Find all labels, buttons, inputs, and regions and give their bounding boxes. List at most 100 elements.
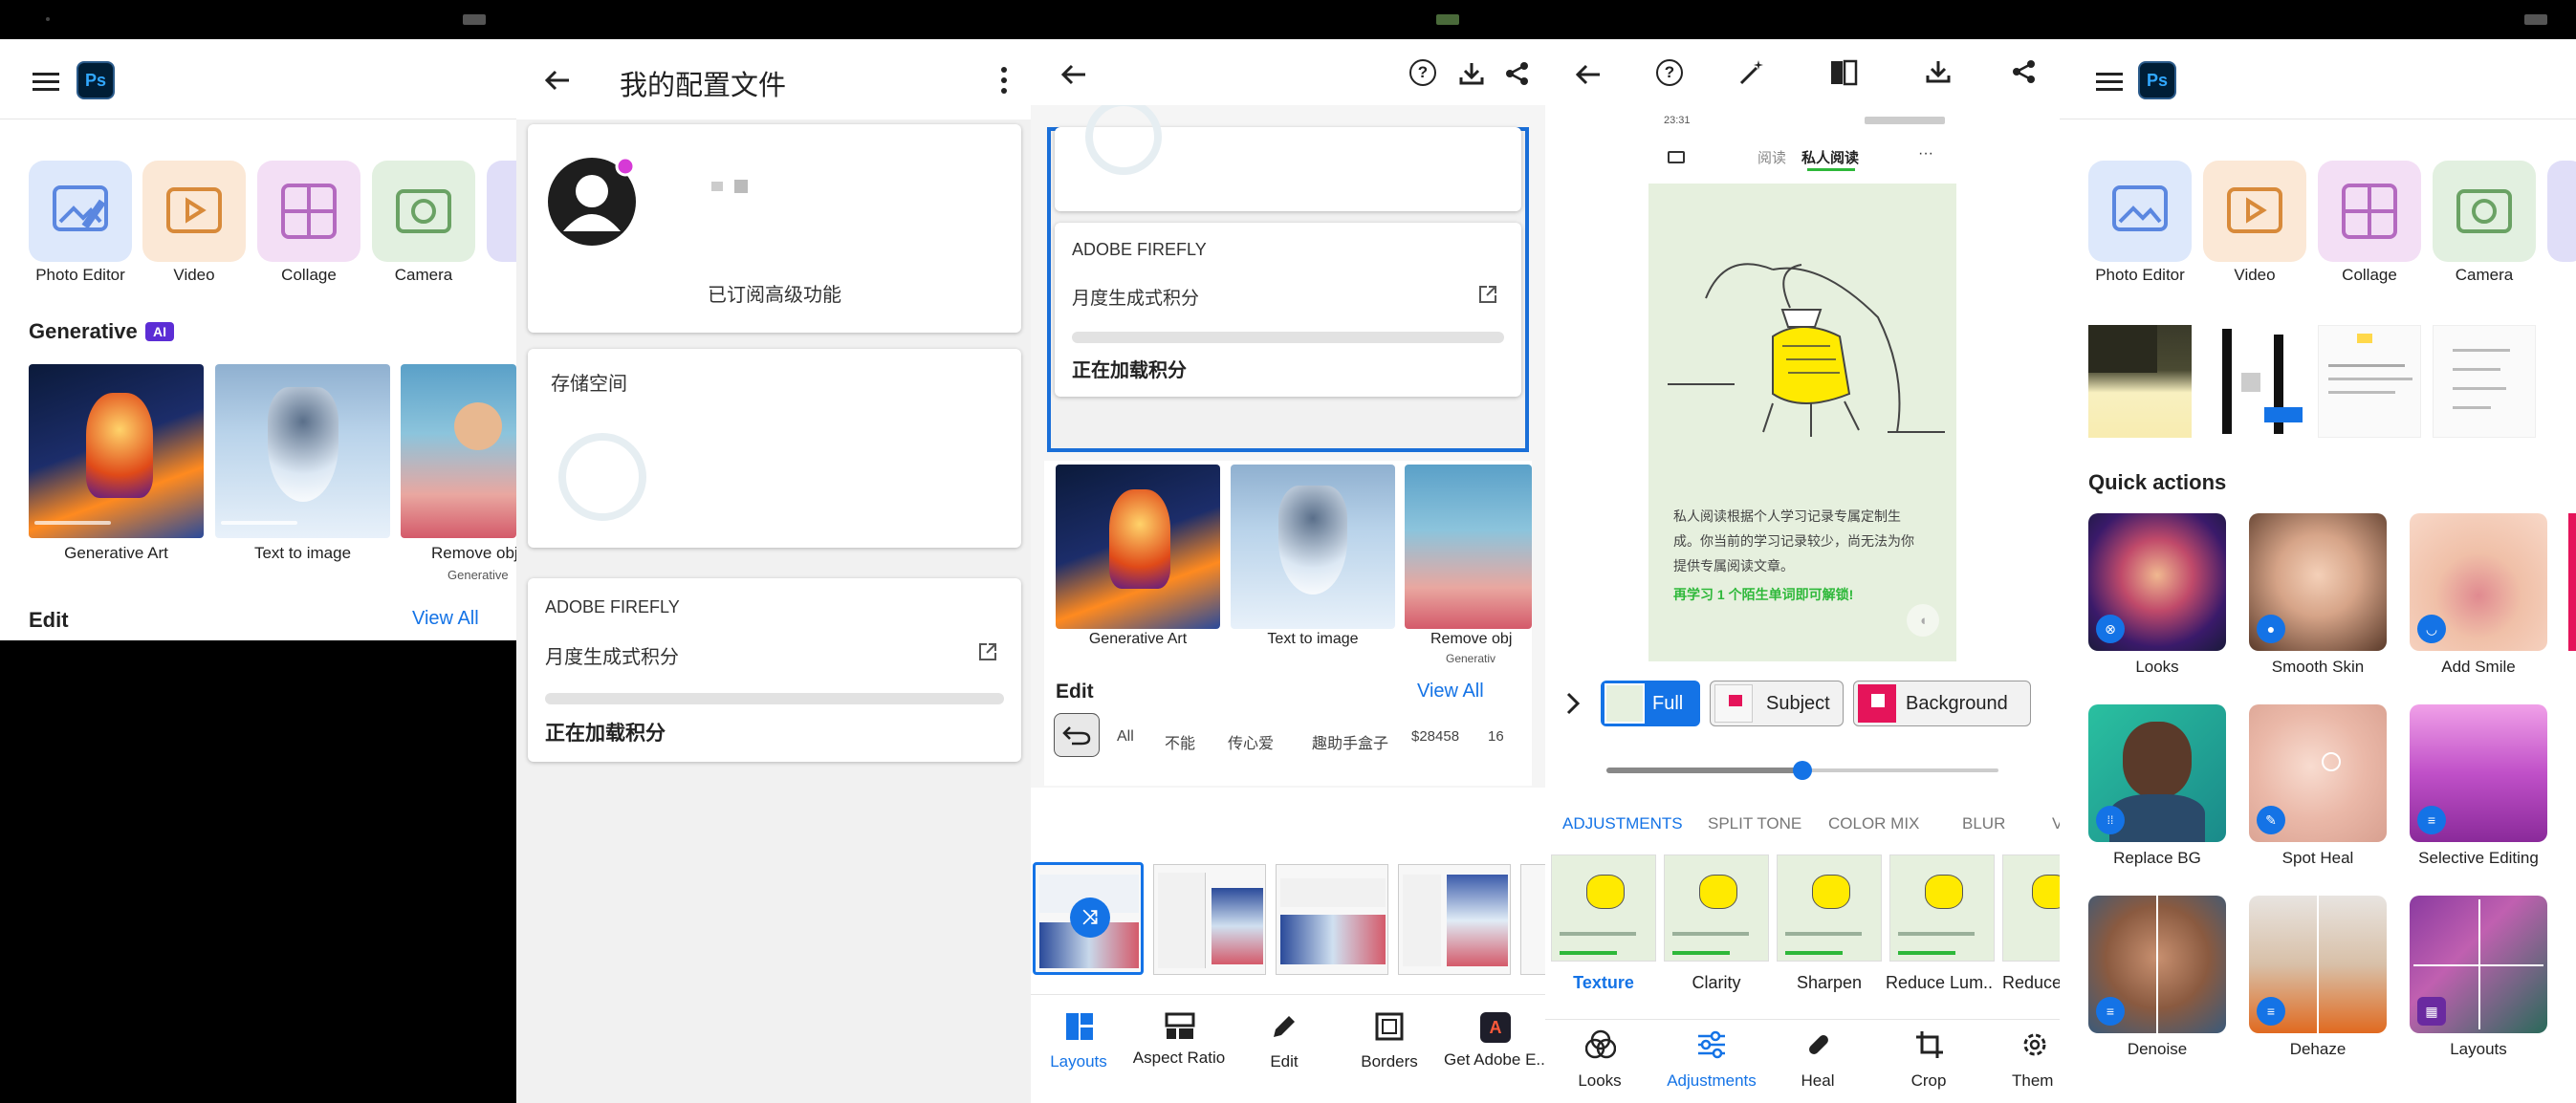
toolbar-adjustments[interactable]: Adjustments [1658,1029,1765,1096]
download-icon[interactable] [1457,59,1486,88]
tablet-icon[interactable] [1668,151,1685,163]
camera-tile[interactable] [2433,161,2536,262]
help-icon[interactable]: ? [1409,59,1436,86]
segment-subject[interactable]: Subject [1710,681,1844,726]
back-arrow-icon[interactable] [1570,57,1605,92]
more-app-tile[interactable] [2547,161,2576,262]
photo-canvas[interactable]: 23:31 阅读 私人阅读 ··· 私人阅读根据个人学习记录专属定制生 成。你当… [1648,107,1956,661]
category-split-tone[interactable]: SPLIT TONE [1708,814,1801,833]
more-menu[interactable]: ··· [1918,145,1933,162]
undo-button[interactable] [1054,713,1100,757]
toolbar-get-adobe-express[interactable]: A Get Adobe E.. [1442,1012,1545,1079]
toolbar-edit[interactable]: Edit [1241,1012,1327,1079]
download-icon[interactable] [1924,57,1953,86]
action-replace-bg[interactable]: ⁞⁞ [2088,704,2226,842]
magic-wand-icon[interactable] [1736,57,1767,88]
smile-badge-icon: ◡ [2417,615,2446,643]
view-all-link[interactable]: View All [1417,681,1484,703]
share-icon[interactable] [2010,57,2039,86]
preset-thumb-reduce[interactable] [2002,854,2060,962]
action-add-smile[interactable]: ◡ [2410,513,2547,651]
category-adjustments[interactable]: ADJUSTMENTS [1562,814,1683,833]
bottom-toolbar: Layouts Aspect Ratio Edit Borders A Get … [1031,994,1545,1103]
chip[interactable]: All [1117,728,1134,746]
layout-option[interactable] [1398,864,1511,975]
app-label-video: Video [173,266,215,284]
remove-object-thumb[interactable] [401,364,516,538]
view-all-link[interactable]: View All [412,608,479,630]
edge-tile[interactable] [2568,513,2576,651]
chip[interactable]: 传心爱 [1228,730,1274,753]
app-label-camera: Camera [394,266,453,284]
photo-editor-tile[interactable] [2088,161,2192,262]
external-link-icon[interactable] [1475,282,1500,307]
camera-tile[interactable] [372,161,475,262]
chevron-right-icon[interactable] [1559,686,1587,721]
hamburger-menu-icon[interactable] [2090,67,2128,96]
speaker-icon[interactable]: ◖ [1907,604,1939,637]
action-looks[interactable]: ⊗ [2088,513,2226,651]
recent-thumb[interactable] [2088,325,2192,438]
toolbar-borders[interactable]: Borders [1346,1012,1432,1079]
toolbar-looks[interactable]: Looks [1566,1029,1633,1096]
back-arrow-icon[interactable] [1056,57,1090,92]
layout-canvas[interactable]: ADOBE FIREFLY 月度生成式积分 正在加载积分 Generative … [1031,105,1545,788]
photo-editor-tile[interactable] [29,161,132,262]
slider-knob[interactable] [1793,761,1812,780]
intensity-slider[interactable] [1606,761,1998,780]
category-more[interactable]: V [2052,814,2060,833]
layout-option-selected[interactable]: ⤨ [1033,862,1144,975]
selected-cell[interactable]: ADOBE FIREFLY 月度生成式积分 正在加载积分 [1047,105,1529,452]
collage-tile[interactable] [2318,161,2421,262]
preset-thumb-texture[interactable] [1551,854,1656,962]
avatar[interactable] [547,156,637,247]
shuffle-icon[interactable]: ⤨ [1070,898,1110,938]
lower-cell[interactable]: Generative Art Text to image Remove obj … [1044,461,1532,786]
share-icon[interactable] [1503,59,1532,88]
chip[interactable]: $28458 [1411,728,1459,745]
action-selective-editing[interactable]: ≡ [2410,704,2547,842]
preset-thumb-reduce-luminance[interactable] [1889,854,1995,962]
toolbar-themes[interactable]: Them [2000,1029,2060,1096]
toolbar-layouts[interactable]: Layouts [1040,1012,1117,1079]
tab-read[interactable]: 阅读 [1757,147,1786,167]
gen-label-text-to-image: Text to image [1267,631,1359,647]
action-layouts[interactable]: ▦ [2410,896,2547,1033]
segment-background[interactable]: Background [1853,681,2031,726]
chip[interactable]: 16 [1488,728,1504,745]
more-app-tile[interactable] [487,161,516,262]
video-tile[interactable] [2203,161,2306,262]
category-blur[interactable]: BLUR [1962,814,2005,833]
generative-art-thumb[interactable] [29,364,204,538]
action-dehaze[interactable]: ≡ [2249,896,2387,1033]
layout-option[interactable] [1520,864,1545,975]
toolbar-heal[interactable]: Heal [1784,1029,1851,1096]
more-vertical-icon[interactable] [994,63,1014,97]
looks-icon [1585,1029,1616,1059]
back-arrow-icon[interactable] [539,63,574,97]
chip[interactable]: 趣助手盒子 [1312,730,1388,753]
segment-full[interactable]: Full [1601,681,1700,726]
action-smooth-skin[interactable]: ● [2249,513,2387,651]
layout-option[interactable] [1276,864,1388,975]
text-to-image-thumb[interactable] [215,364,390,538]
category-color-mix[interactable]: COLOR MIX [1828,814,1919,833]
preset-thumb-clarity[interactable] [1664,854,1769,962]
tab-private-read[interactable]: 私人阅读 [1801,147,1859,167]
recent-thumb[interactable] [2433,325,2536,438]
action-spot-heal[interactable]: ✎ [2249,704,2387,842]
external-link-icon[interactable] [975,639,1000,664]
recent-thumb[interactable] [2318,325,2421,438]
action-denoise[interactable]: ≡ [2088,896,2226,1033]
toolbar-aspect-ratio[interactable]: Aspect Ratio [1126,1012,1232,1079]
hamburger-menu-icon[interactable] [27,67,65,96]
layout-option[interactable] [1153,864,1266,975]
preset-thumb-sharpen[interactable] [1777,854,1882,962]
recent-thumb[interactable] [2203,325,2306,438]
compare-icon[interactable] [1828,57,1859,88]
collage-tile[interactable] [257,161,360,262]
chip[interactable]: 不能 [1165,730,1195,753]
video-tile[interactable] [142,161,246,262]
toolbar-crop[interactable]: Crop [1895,1029,1962,1096]
help-icon[interactable]: ? [1656,59,1683,86]
